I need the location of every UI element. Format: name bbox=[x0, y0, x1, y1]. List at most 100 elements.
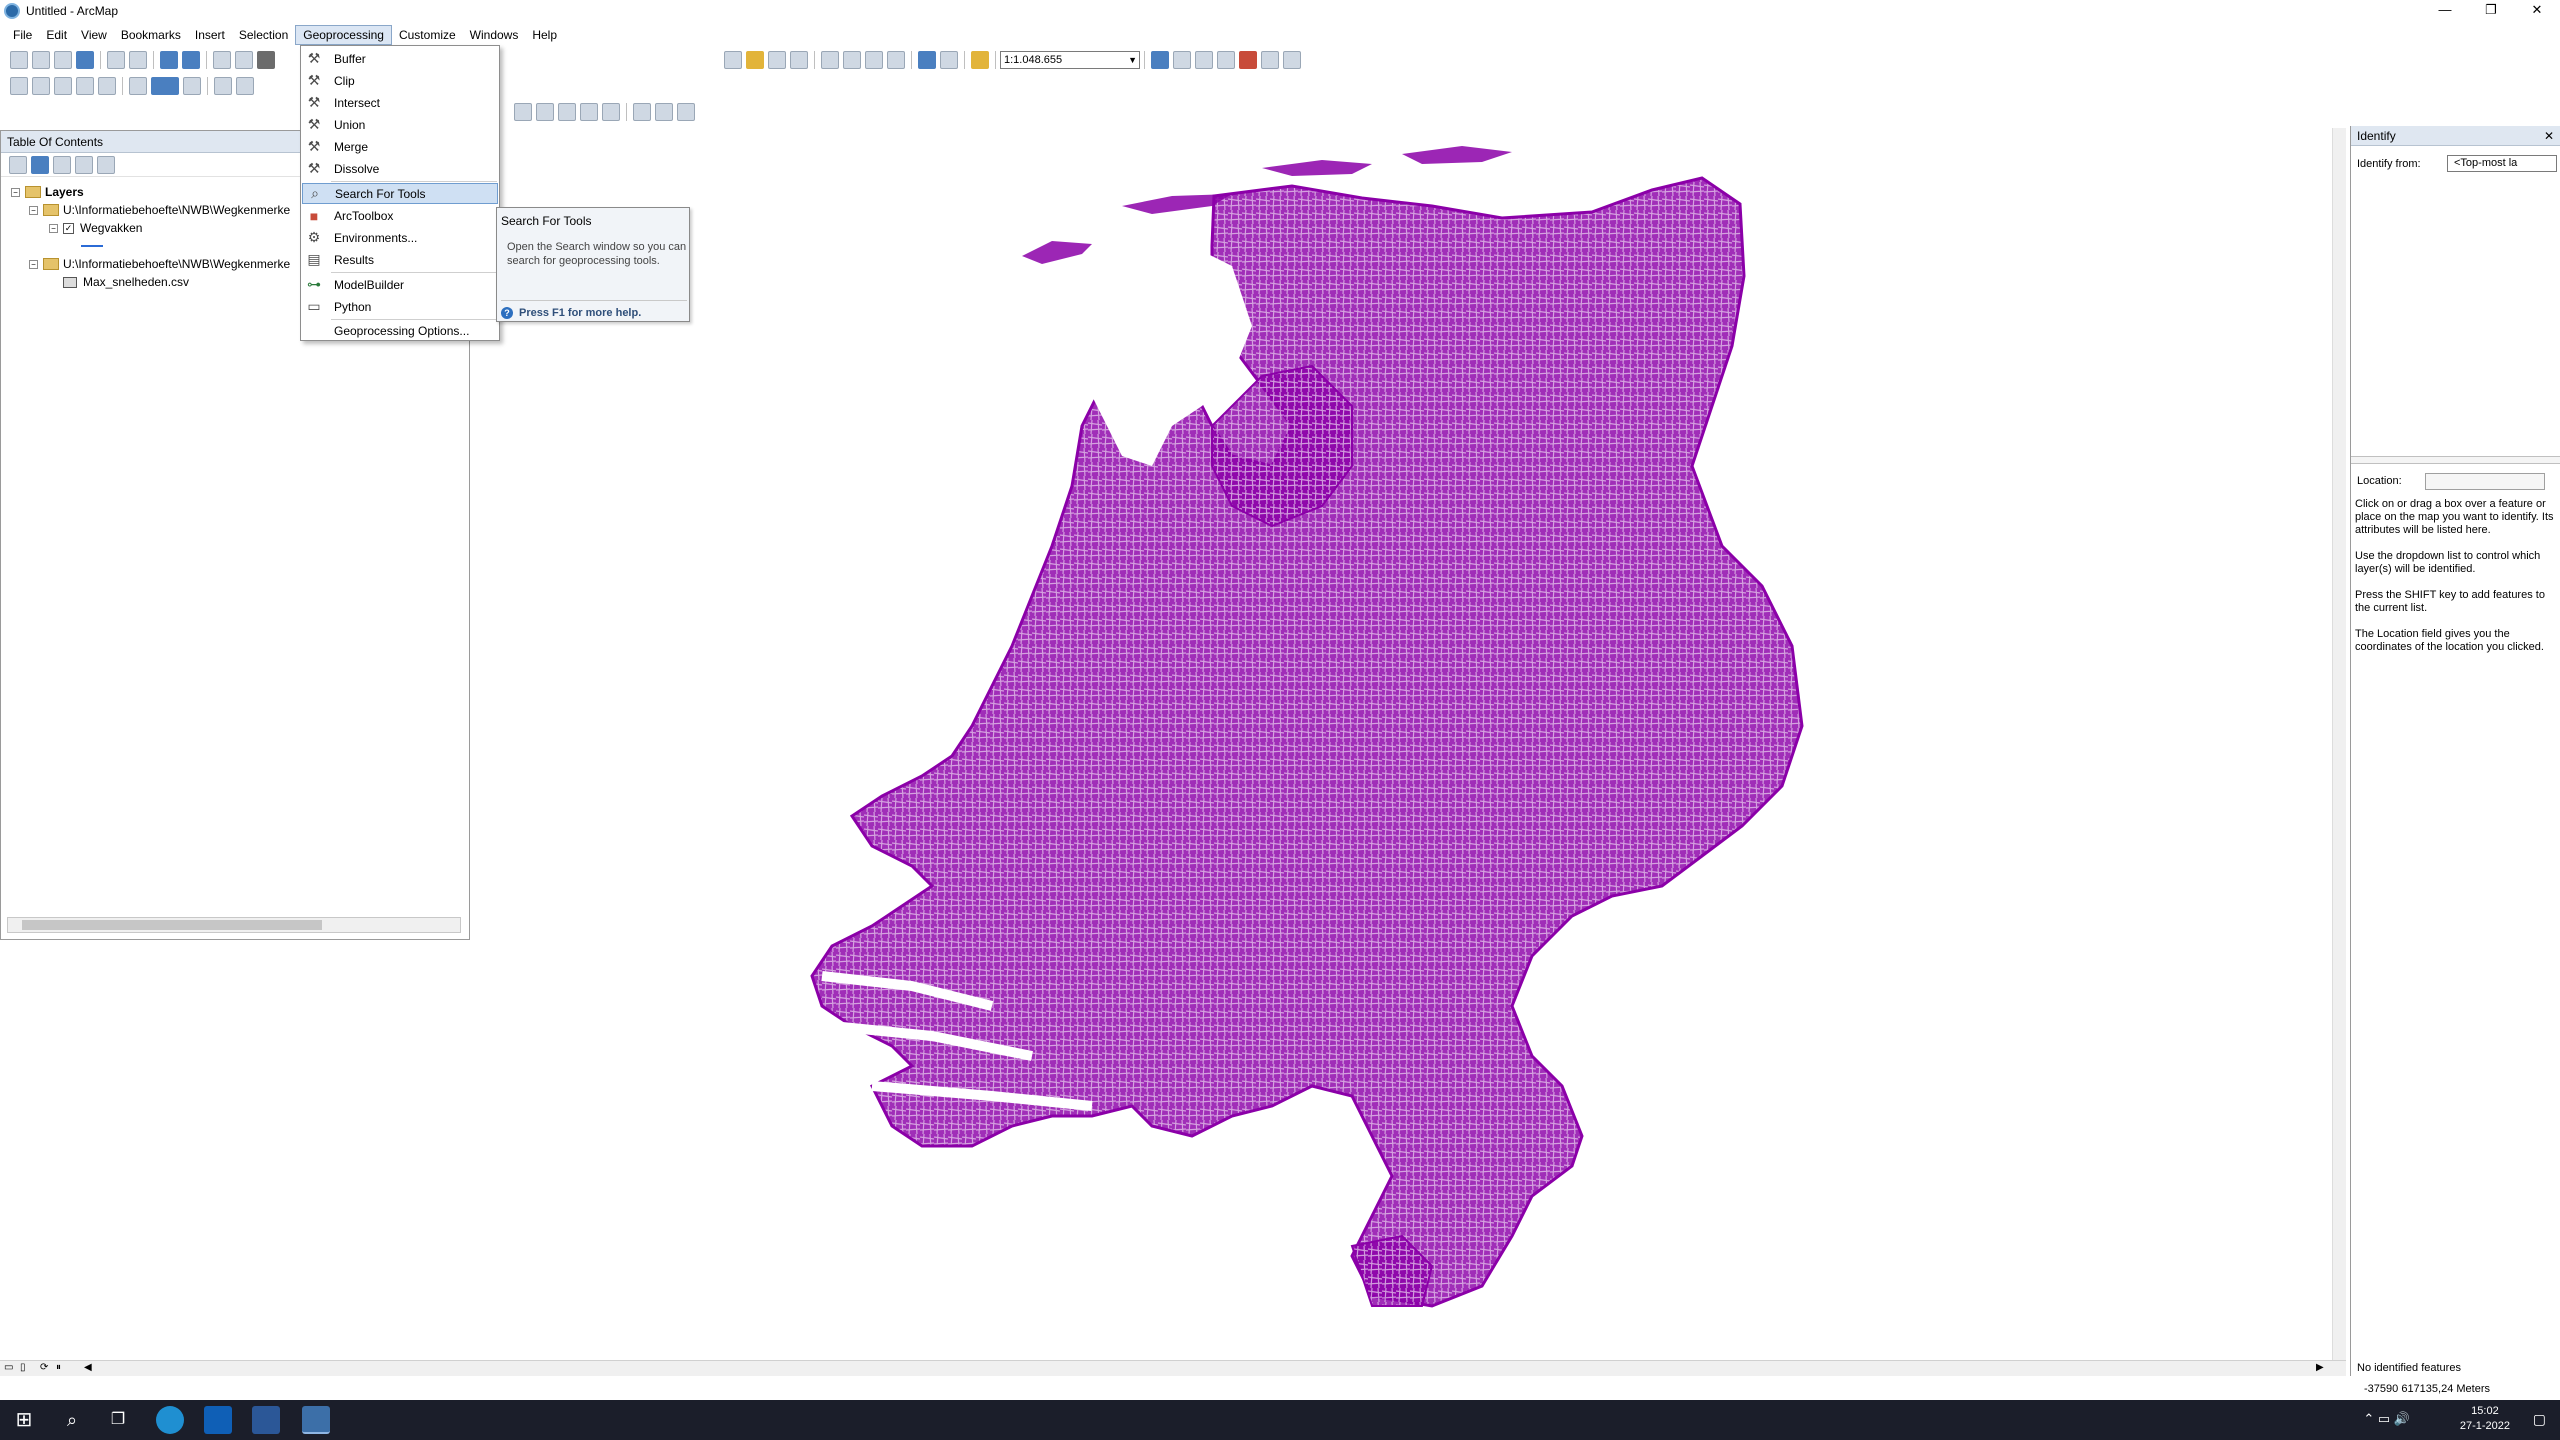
menu-item-arctoolbox[interactable]: ■ ArcToolbox bbox=[302, 205, 498, 226]
menu-file[interactable]: File bbox=[6, 26, 39, 44]
collapse-icon[interactable]: − bbox=[49, 223, 58, 233]
trace-icon[interactable] bbox=[558, 103, 576, 121]
full-extent-icon[interactable] bbox=[76, 51, 94, 69]
menu-edit[interactable]: Edit bbox=[39, 26, 74, 44]
data-view-button[interactable]: ▭ bbox=[4, 1362, 13, 1373]
forward-extent-icon[interactable] bbox=[182, 51, 200, 69]
menu-customize[interactable]: Customize bbox=[392, 26, 463, 44]
list-by-source-icon[interactable] bbox=[31, 155, 49, 174]
zoom-whole-page-icon[interactable] bbox=[76, 77, 94, 95]
rotate-tool-icon[interactable] bbox=[602, 103, 620, 121]
menu-item-modelbuilder[interactable]: ⊶ ModelBuilder bbox=[302, 274, 498, 295]
menu-item-merge[interactable]: ⚒ Merge bbox=[302, 136, 498, 157]
select-features-icon[interactable] bbox=[213, 51, 231, 69]
cut-icon[interactable] bbox=[821, 51, 839, 69]
menu-item-environments[interactable]: ⚙ Environments... bbox=[302, 227, 498, 248]
sketch-properties-icon[interactable] bbox=[655, 103, 673, 121]
system-tray-icons[interactable]: ⌃ ▭ 🔊 bbox=[2363, 1411, 2410, 1427]
toc-horizontal-scrollbar[interactable] bbox=[7, 917, 461, 933]
map-display[interactable] bbox=[472, 126, 2342, 1366]
menu-insert[interactable]: Insert bbox=[188, 26, 232, 44]
zoom-in-icon[interactable] bbox=[10, 51, 28, 69]
fixed-zoom-out-icon[interactable] bbox=[129, 51, 147, 69]
scrollbar-thumb[interactable] bbox=[22, 920, 322, 930]
close-button[interactable]: ✕ bbox=[2514, 0, 2560, 22]
select-elements-icon[interactable] bbox=[257, 51, 275, 69]
edge-browser-icon[interactable] bbox=[156, 1406, 184, 1434]
fill-color-icon[interactable] bbox=[129, 77, 147, 95]
menu-item-clip[interactable]: ⚒ Clip bbox=[302, 70, 498, 91]
python-window-icon[interactable] bbox=[1261, 51, 1279, 69]
tree-row-wegvakken[interactable]: − ✓ Wegvakken bbox=[49, 219, 142, 237]
menu-selection[interactable]: Selection bbox=[232, 26, 295, 44]
menu-windows[interactable]: Windows bbox=[463, 26, 526, 44]
search-window-icon[interactable] bbox=[1217, 51, 1235, 69]
straight-segment-icon[interactable] bbox=[536, 103, 554, 121]
copy-icon[interactable] bbox=[843, 51, 861, 69]
toc-options-icon[interactable] bbox=[97, 155, 115, 174]
layer-symbol[interactable] bbox=[81, 237, 103, 255]
save-icon[interactable] bbox=[768, 51, 786, 69]
add-data-icon[interactable] bbox=[971, 51, 989, 69]
menu-item-union[interactable]: ⚒ Union bbox=[302, 114, 498, 135]
menu-item-geoprocessing-options[interactable]: Geoprocessing Options... bbox=[302, 320, 498, 341]
tree-row-folder-1[interactable]: − U:\Informatiebehoefte\NWB\Wegkenmerke bbox=[29, 201, 290, 219]
new-document-icon[interactable] bbox=[724, 51, 742, 69]
collapse-icon[interactable]: − bbox=[11, 187, 20, 197]
list-by-drawing-order-icon[interactable] bbox=[9, 155, 27, 174]
paste-icon[interactable] bbox=[865, 51, 883, 69]
layout-view-button[interactable]: ▯ bbox=[20, 1362, 26, 1373]
identify-from-dropdown[interactable]: <Top-most la bbox=[2447, 155, 2557, 172]
task-view-icon[interactable]: ❐ bbox=[104, 1406, 132, 1434]
pause-drawing-icon[interactable]: ⏸ bbox=[56, 1362, 61, 1373]
editor-toolbar-icon[interactable] bbox=[1151, 51, 1169, 69]
layout-pan-icon[interactable] bbox=[54, 77, 72, 95]
menu-help[interactable]: Help bbox=[525, 26, 564, 44]
pan-icon[interactable] bbox=[54, 51, 72, 69]
print-icon[interactable] bbox=[790, 51, 808, 69]
collapse-icon[interactable]: − bbox=[29, 205, 38, 215]
catalog-window-icon[interactable] bbox=[1195, 51, 1213, 69]
map-vertical-scrollbar[interactable] bbox=[2332, 128, 2346, 1360]
identify-splitter[interactable] bbox=[2351, 456, 2560, 464]
word-icon[interactable] bbox=[252, 1406, 280, 1434]
scroll-left-icon[interactable]: ◀ bbox=[84, 1362, 92, 1373]
menu-item-dissolve[interactable]: ⚒ Dissolve bbox=[302, 158, 498, 179]
outlook-icon[interactable] bbox=[204, 1406, 232, 1434]
data-view-icon[interactable] bbox=[214, 77, 232, 95]
notifications-icon[interactable]: ▢ bbox=[2533, 1411, 2546, 1428]
zoom-out-icon[interactable] bbox=[32, 51, 50, 69]
delete-icon[interactable] bbox=[887, 51, 905, 69]
collapse-icon[interactable]: − bbox=[29, 259, 38, 269]
list-by-selection-icon[interactable] bbox=[75, 155, 93, 174]
close-icon[interactable]: ✕ bbox=[2544, 126, 2554, 146]
arctoolbox-icon[interactable] bbox=[1239, 51, 1257, 69]
layout-view-icon[interactable] bbox=[236, 77, 254, 95]
menu-view[interactable]: View bbox=[74, 26, 114, 44]
windows-start-icon[interactable]: ⊞ bbox=[10, 1406, 38, 1434]
menu-item-python[interactable]: ▭ Python bbox=[302, 296, 498, 317]
restore-button[interactable]: ❐ bbox=[2468, 0, 2514, 22]
menu-geoprocessing[interactable]: Geoprocessing bbox=[295, 25, 392, 45]
back-extent-icon[interactable] bbox=[160, 51, 178, 69]
list-by-visibility-icon[interactable] bbox=[53, 155, 71, 174]
menu-item-buffer[interactable]: ⚒ Buffer bbox=[302, 48, 498, 69]
layout-zoom-out-icon[interactable] bbox=[32, 77, 50, 95]
tree-row-layers[interactable]: − Layers bbox=[11, 183, 84, 201]
scroll-right-icon[interactable]: ▶ bbox=[2316, 1362, 2324, 1373]
map-scale-combo[interactable]: 1:1.048.655 ▼ bbox=[1000, 51, 1140, 69]
tree-row-folder-2[interactable]: − U:\Informatiebehoefte\NWB\Wegkenmerke bbox=[29, 255, 290, 273]
location-field[interactable] bbox=[2425, 473, 2545, 490]
zoom-100-icon[interactable] bbox=[98, 77, 116, 95]
color-swatch-icon[interactable] bbox=[151, 77, 179, 95]
menu-bookmarks[interactable]: Bookmarks bbox=[114, 26, 188, 44]
refresh-icon[interactable]: ⟳ bbox=[40, 1362, 48, 1373]
layout-zoom-in-icon[interactable] bbox=[10, 77, 28, 95]
dropdown-icon[interactable] bbox=[183, 77, 201, 95]
edit-tool-icon[interactable] bbox=[514, 103, 532, 121]
modelbuilder-icon[interactable] bbox=[1283, 51, 1301, 69]
redo-icon[interactable] bbox=[940, 51, 958, 69]
minimize-button[interactable]: — bbox=[2422, 0, 2468, 22]
menu-item-search-for-tools[interactable]: ⌕ Search For Tools bbox=[302, 183, 498, 204]
tree-row-table[interactable]: Max_snelheden.csv bbox=[63, 273, 189, 291]
